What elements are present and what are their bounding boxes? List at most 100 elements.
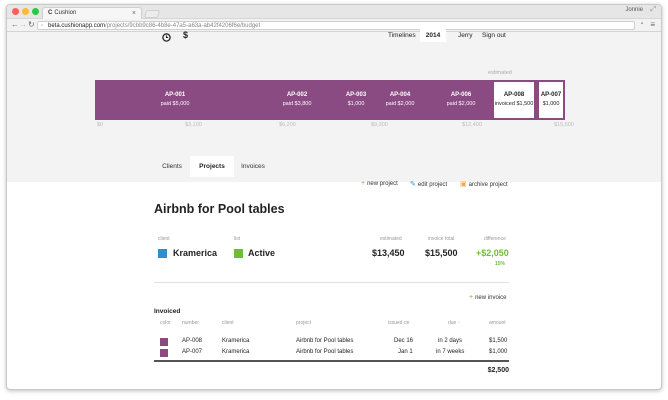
clock-icon[interactable] bbox=[162, 33, 171, 42]
divider bbox=[154, 282, 509, 283]
column-header-client[interactable]: client bbox=[222, 320, 234, 326]
fullscreen-icon[interactable]: ⤢ bbox=[650, 6, 656, 14]
dollar-icon[interactable]: $ bbox=[183, 30, 188, 40]
list-label: list bbox=[234, 236, 241, 242]
column-header-amount[interactable]: amount bbox=[489, 320, 506, 326]
timeline-segment[interactable]: AP-004 paid $2,000 bbox=[380, 80, 420, 120]
invoiced-section-title: Invoiced bbox=[154, 308, 181, 315]
column-header-project[interactable]: project bbox=[296, 320, 311, 326]
list-color-swatch bbox=[234, 249, 243, 258]
nav-timelines[interactable]: Timelines bbox=[388, 32, 416, 39]
total-divider bbox=[154, 360, 509, 362]
tab-close-icon[interactable]: × bbox=[132, 8, 136, 19]
invoice-number[interactable]: AP-007 bbox=[182, 349, 202, 355]
back-arrow-icon[interactable]: ← bbox=[11, 20, 19, 29]
client-label: client bbox=[158, 236, 170, 242]
client-name[interactable]: Kramerica bbox=[173, 248, 217, 258]
new-invoice-button[interactable]: + new invoice bbox=[469, 294, 506, 301]
url-field[interactable]: ▫ beta.cushionapp.com/projects/9cbb9c86-… bbox=[37, 21, 635, 30]
maximize-window-icon[interactable] bbox=[32, 8, 39, 15]
menu-icon[interactable]: ≡ bbox=[650, 20, 655, 29]
segment-amount: paid $2,000 bbox=[446, 101, 476, 107]
invoice-client: Kramerica bbox=[222, 338, 250, 344]
archive-icon: ▣ bbox=[460, 181, 467, 188]
tab-clients[interactable]: Clients bbox=[156, 156, 188, 177]
list-name[interactable]: Active bbox=[248, 248, 275, 258]
nav-year[interactable]: 2014 bbox=[420, 29, 446, 42]
url-path: /projects/9cbb9c86-4b8e-47a5-a63a-ab42f4… bbox=[105, 23, 261, 29]
invoice-issued: Jan 1 bbox=[398, 349, 413, 355]
minimize-window-icon[interactable] bbox=[22, 8, 29, 15]
new-project-button[interactable]: + new project bbox=[361, 180, 398, 187]
browser-tab[interactable]: C Cushion × bbox=[42, 7, 142, 19]
invoice-color-swatch bbox=[160, 338, 168, 346]
nav-user[interactable]: Jerry bbox=[458, 32, 472, 39]
segment-amount: paid $3,800 bbox=[282, 101, 312, 107]
segment-code: AP-004 bbox=[389, 92, 411, 98]
forward-arrow-icon[interactable]: → bbox=[19, 20, 27, 29]
segment-code: AP-007 bbox=[540, 92, 562, 98]
close-window-icon[interactable] bbox=[12, 8, 19, 15]
segment-amount: $1,000 bbox=[347, 101, 365, 107]
invoice-color-swatch bbox=[160, 349, 168, 357]
column-header-issued[interactable]: issued on bbox=[388, 320, 409, 326]
timeline-segment[interactable]: AP-006 paid $2,000 bbox=[436, 80, 486, 120]
browser-user-label[interactable]: Jonnie bbox=[625, 7, 643, 13]
timeline-segment[interactable]: AP-001 paid $5,000 bbox=[100, 80, 250, 120]
axis-tick-label: $12,400 bbox=[462, 122, 482, 128]
archive-project-label: archive project bbox=[468, 182, 508, 188]
invoice-due: in 7 weeks bbox=[436, 349, 465, 355]
segment-code: AP-002 bbox=[286, 92, 308, 98]
timeline-segment[interactable]: AP-002 paid $3,800 bbox=[272, 80, 322, 120]
nav-signout[interactable]: Sign out bbox=[482, 32, 506, 39]
timeline-segment-estimated[interactable]: AP-007 $1,000 bbox=[537, 80, 565, 120]
segment-amount: paid $2,000 bbox=[385, 101, 415, 107]
plus-icon: + bbox=[361, 180, 366, 187]
invoice-number[interactable]: AP-008 bbox=[182, 338, 202, 344]
invoice-amount: $1,000 bbox=[489, 349, 508, 355]
axis-tick-label: $3,100 bbox=[185, 122, 202, 128]
archive-project-button[interactable]: ▣ archive project bbox=[460, 180, 508, 188]
tab-invoices[interactable]: Invoices bbox=[236, 156, 270, 177]
new-invoice-label: new invoice bbox=[475, 295, 507, 301]
segment-code: AP-001 bbox=[164, 92, 186, 98]
estimated-value: $13,450 bbox=[372, 248, 405, 258]
invoice-issued: Dec 16 bbox=[394, 338, 414, 344]
browser-tab-title: Cushion bbox=[54, 10, 77, 16]
difference-value: +$2,050 bbox=[476, 248, 509, 258]
axis-tick-label: $15,500 bbox=[554, 122, 574, 128]
tab-projects[interactable]: Projects bbox=[190, 156, 234, 177]
page-icon: ▫ bbox=[41, 23, 44, 29]
column-header-number[interactable]: number bbox=[182, 320, 199, 326]
segment-amount: invoiced $1,500 bbox=[494, 101, 534, 107]
reload-icon[interactable]: ↻ bbox=[28, 20, 35, 29]
cushion-favicon-icon: C bbox=[48, 10, 53, 16]
edit-project-label: edit project bbox=[417, 182, 448, 188]
difference-percent: 15% bbox=[495, 261, 506, 267]
new-tab-button[interactable] bbox=[143, 10, 161, 18]
client-color-swatch bbox=[158, 249, 167, 258]
invoice-client: Kramerica bbox=[222, 349, 250, 355]
axis-tick-label: $0 bbox=[97, 122, 104, 128]
segment-code: AP-003 bbox=[345, 92, 367, 98]
estimated-label: estimated bbox=[380, 236, 402, 242]
timeline-segment[interactable]: AP-003 $1,000 bbox=[336, 80, 376, 120]
axis-tick-label: $6,200 bbox=[279, 122, 296, 128]
invoice-due: in 2 days bbox=[438, 338, 463, 344]
edit-project-button[interactable]: ✎ edit project bbox=[410, 180, 447, 188]
invoice-total: $2,500 bbox=[487, 367, 509, 374]
invoice-total-label: invoice total bbox=[428, 236, 455, 242]
column-header-color: color bbox=[160, 320, 171, 326]
column-header-due[interactable]: due ↑ bbox=[448, 320, 460, 326]
invoice-project: Airbnb for Pool tables bbox=[296, 338, 354, 344]
new-project-label: new project bbox=[367, 181, 398, 187]
timeline-segment-invoiced[interactable]: AP-008 invoiced $1,500 bbox=[492, 80, 536, 120]
axis-tick-label: $9,300 bbox=[371, 122, 388, 128]
pencil-icon: ✎ bbox=[410, 181, 416, 188]
segment-code: AP-006 bbox=[450, 92, 472, 98]
difference-label: difference bbox=[484, 236, 506, 242]
title-bar: C Cushion × Jonnie ⤢ bbox=[7, 5, 661, 19]
url-host: beta.cushionapp.com bbox=[48, 23, 106, 29]
extension-icon[interactable]: ▪ bbox=[641, 21, 643, 27]
segment-code: AP-008 bbox=[503, 92, 525, 98]
